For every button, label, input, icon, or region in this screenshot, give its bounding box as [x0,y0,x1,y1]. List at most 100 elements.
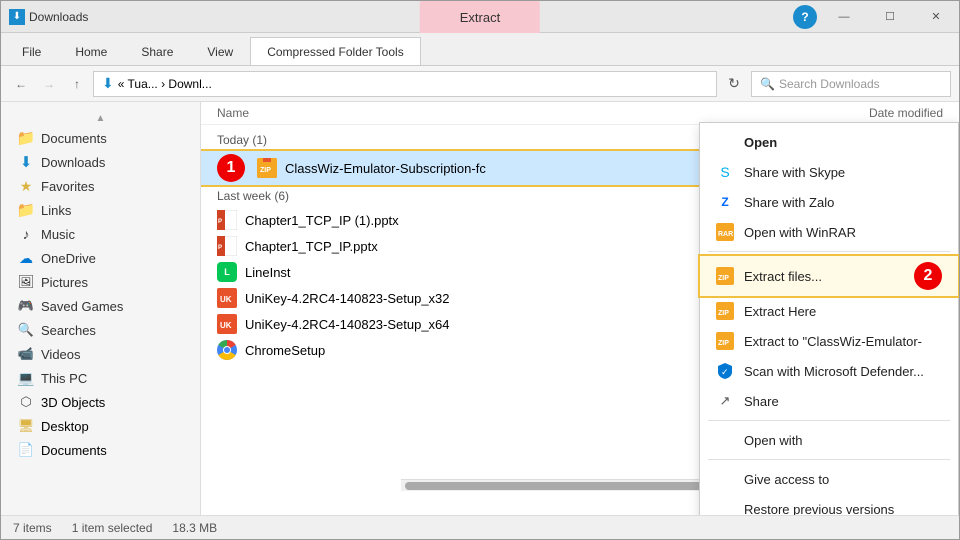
chrome-icon [217,340,237,360]
extract-files-icon: ZIP [716,267,734,285]
ctx-open-with-label: Open with [744,433,803,448]
file-name-unikey-x32: UniKey-4.2RC4-140823-Setup_x32 [245,291,450,306]
window-icon: ⬇ [9,9,25,25]
ctx-winrar-label: Open with WinRAR [744,225,856,240]
sidebar-item-this-pc[interactable]: 💻 This PC [1,366,200,390]
folder-icon: 📁 [17,201,35,219]
tab-compressed-folder-tools[interactable]: Compressed Folder Tools [250,37,421,65]
ctx-share-zalo[interactable]: Z Share with Zalo [700,187,958,217]
document-icon: 📄 [17,441,35,459]
svg-text:ZIP: ZIP [718,310,729,317]
forward-button[interactable]: → [37,72,61,96]
pictures-icon: 🖼 [17,273,35,291]
sidebar-item-savedgames[interactable]: 🎮 Saved Games [1,294,200,318]
address-bar: ← → ↑ ⬇ « Tua... › Downl... ↻ 🔍 Search D… [1,66,959,102]
sidebar-label-searches: Searches [41,323,96,338]
sidebar-item-documents[interactable]: 📁 Documents [1,126,200,150]
svg-text:P: P [218,245,222,251]
separator-3 [708,459,950,460]
sidebar-item-pictures[interactable]: 🖼 Pictures [1,270,200,294]
pptx-icon-2: P [217,236,237,256]
main-area: ▲ 📁 Documents ⬇ Downloads ★ Favorites 📁 … [1,102,959,515]
sidebar-item-3d-objects[interactable]: ⬡ 3D Objects [1,390,200,414]
sidebar-item-favorites[interactable]: ★ Favorites [1,174,200,198]
skype-icon: S [716,163,734,181]
sidebar-label-music: Music [41,227,75,242]
sidebar-label-onedrive: OneDrive [41,251,96,266]
download-icon: ⬇ [17,153,35,171]
search-box[interactable]: 🔍 Search Downloads [751,71,951,97]
open-with-icon [716,431,734,449]
file-name-chapter1: Chapter1_TCP_IP.pptx [245,239,378,254]
ctx-open-label: Open [744,135,777,150]
title-bar: ⬇ Downloads Extract ? — ☐ ✕ [1,1,959,33]
savedgames-icon: 🎮 [17,297,35,315]
tab-share[interactable]: Share [124,37,190,65]
ctx-extract-to[interactable]: ZIP Extract to "ClassWiz-Emulator- [700,326,958,356]
ctx-extract-to-label: Extract to "ClassWiz-Emulator- [744,334,922,349]
sidebar-item-desktop[interactable]: 🖥 Desktop [1,414,200,438]
threed-icon: ⬡ [17,393,35,411]
ctx-give-access[interactable]: Give access to [700,464,958,494]
tab-file[interactable]: File [5,37,58,65]
svg-text:UK: UK [220,295,232,304]
computer-icon: 💻 [17,369,35,387]
sidebar-label-pictures: Pictures [41,275,88,290]
extract-tab[interactable]: Extract [420,1,540,33]
restore-icon [716,500,734,515]
searches-icon: 🔍 [17,321,35,339]
sidebar-item-music[interactable]: ♪ Music [1,222,200,246]
ctx-share-label: Share [744,394,779,409]
ctx-open[interactable]: Open [700,127,958,157]
sidebar-item-searches[interactable]: 🔍 Searches [1,318,200,342]
ribbon-tabs: File Home Share View Compressed Folder T… [1,33,959,65]
path-download-icon: ⬇ [102,75,114,92]
ctx-open-with[interactable]: Open with [700,425,958,455]
svg-text:ZIP: ZIP [260,167,271,174]
sidebar-item-documents-pc[interactable]: 📄 Documents [1,438,200,462]
sidebar-label-links: Links [41,203,71,218]
ctx-share[interactable]: ↗ Share [700,386,958,416]
desktop-icon: 🖥 [17,417,35,435]
status-bar: 7 items 1 item selected 18.3 MB [1,515,959,539]
step1-badge: 1 [217,154,245,182]
sidebar-label-documents: Documents [41,131,107,146]
svg-text:✓: ✓ [721,367,729,377]
file-name-chrome: ChromeSetup [245,343,325,358]
sidebar-item-onedrive[interactable]: ☁ OneDrive [1,246,200,270]
give-access-icon [716,470,734,488]
file-name-lineinst: LineInst [245,265,291,280]
ctx-open-winrar[interactable]: RAR Open with WinRAR [700,217,958,247]
scroll-thumb [405,482,735,490]
sidebar-scroll-up[interactable]: ▲ [1,110,200,126]
sidebar-label-downloads: Downloads [41,155,105,170]
ctx-share-skype[interactable]: S Share with Skype [700,157,958,187]
sidebar-item-downloads[interactable]: ⬇ Downloads [1,150,200,174]
ctx-scan-defender[interactable]: ✓ Scan with Microsoft Defender... [700,356,958,386]
status-item-count: 7 items [13,521,52,535]
ctx-extract-here[interactable]: ZIP Extract Here [700,296,958,326]
ctx-give-access-label: Give access to [744,472,829,487]
up-button[interactable]: ↑ [65,72,89,96]
refresh-button[interactable]: ↻ [721,71,747,97]
svg-text:ZIP: ZIP [718,340,729,347]
column-header-name: Name [217,106,803,120]
ctx-extract-files[interactable]: ZIP Extract files... 2 [700,256,958,296]
sidebar-item-links[interactable]: 📁 Links [1,198,200,222]
tab-home[interactable]: Home [58,37,124,65]
address-path[interactable]: ⬇ « Tua... › Downl... [93,71,717,97]
sidebar-item-videos[interactable]: 📹 Videos [1,342,200,366]
file-name-chapter1-1: Chapter1_TCP_IP (1).pptx [245,213,399,228]
back-button[interactable]: ← [9,72,33,96]
minimize-button[interactable]: — [821,1,867,33]
tab-view[interactable]: View [190,37,250,65]
help-button[interactable]: ? [793,5,817,29]
sidebar-label-this-pc: This PC [41,371,87,386]
line-app-icon: L [217,262,237,282]
content-area: Name Date modified Today (1) 1 ZIP [201,102,959,515]
close-button[interactable]: ✕ [913,1,959,33]
ctx-restore-versions[interactable]: Restore previous versions [700,494,958,515]
title-bar-left: ⬇ Downloads [1,9,96,25]
videos-icon: 📹 [17,345,35,363]
maximize-button[interactable]: ☐ [867,1,913,33]
